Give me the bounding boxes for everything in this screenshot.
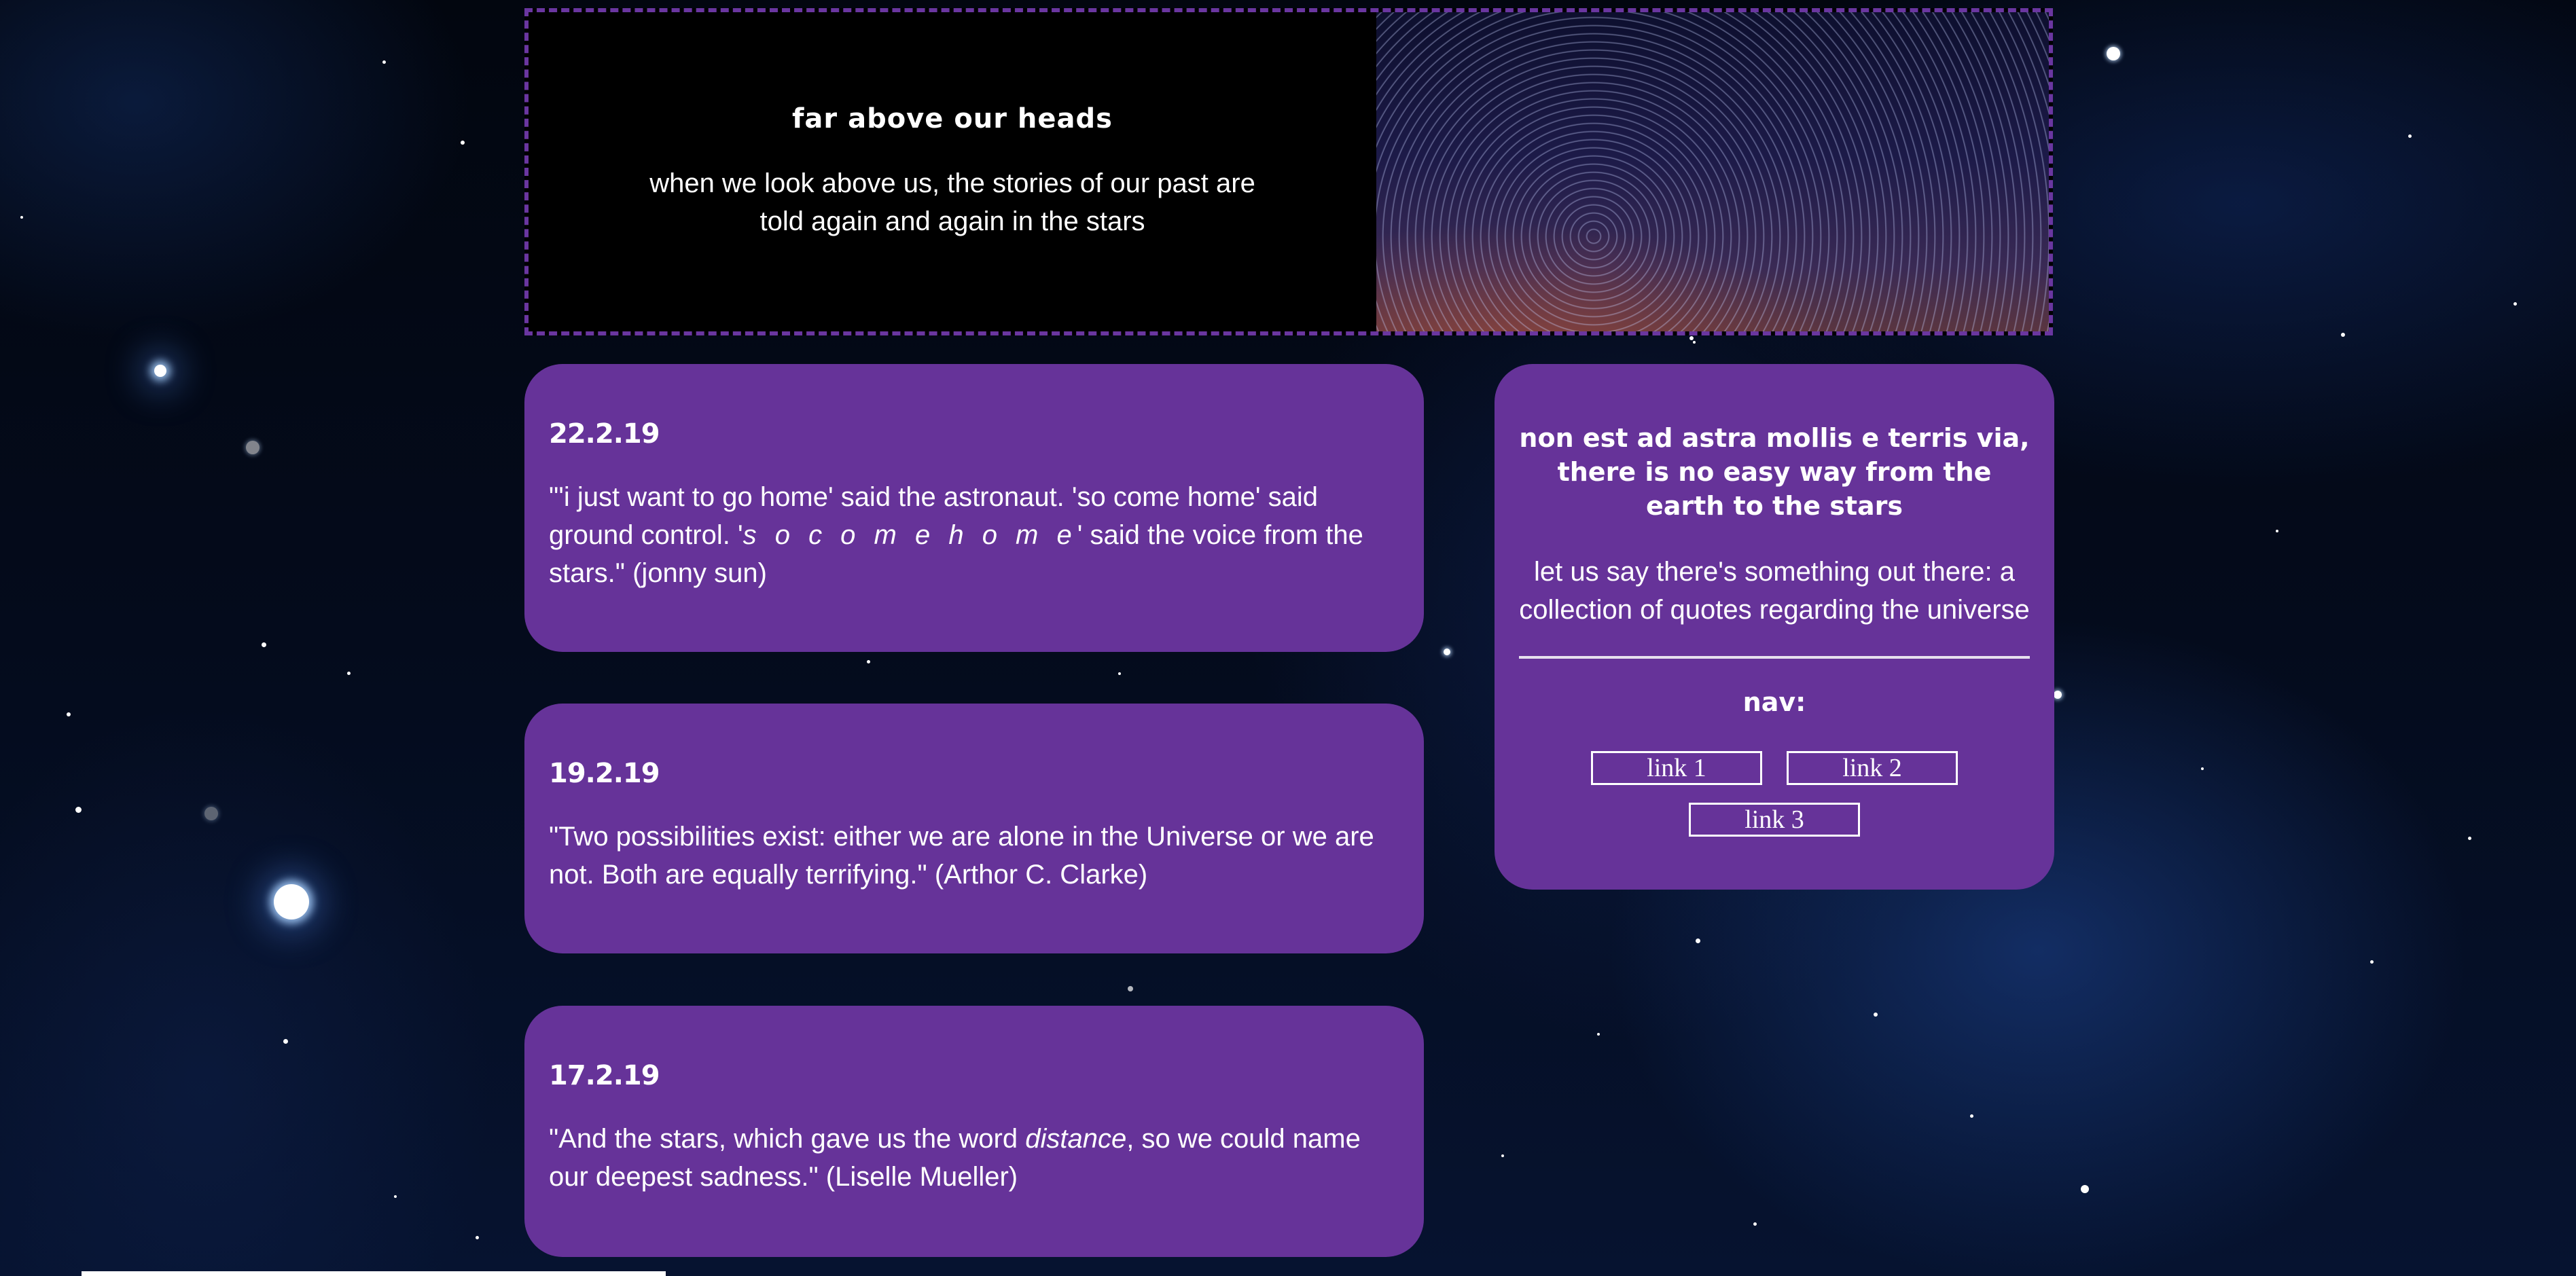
star bbox=[867, 660, 870, 663]
sidebar-divider bbox=[1519, 656, 2030, 659]
star bbox=[2341, 333, 2345, 337]
sidebar: non est ad astra mollis e terris via, th… bbox=[1495, 364, 2054, 890]
star bbox=[2370, 960, 2374, 964]
quote-emphasis: distance bbox=[1025, 1124, 1127, 1154]
star bbox=[2081, 1185, 2089, 1193]
star bbox=[154, 365, 166, 377]
star bbox=[1118, 672, 1121, 675]
star bbox=[476, 1236, 479, 1239]
nav-link-1[interactable]: link 1 bbox=[1591, 751, 1762, 785]
star bbox=[2276, 530, 2278, 532]
star bbox=[1693, 341, 1696, 344]
star bbox=[394, 1195, 397, 1198]
sidebar-motto: non est ad astra mollis e terris via, th… bbox=[1519, 423, 2030, 521]
header-banner: far above our heads when we look above u… bbox=[524, 8, 2053, 335]
post-quote: "'i just want to go home' said the astro… bbox=[549, 478, 1399, 592]
star bbox=[204, 807, 218, 820]
star bbox=[1970, 1114, 1973, 1118]
quote-emphasis: s o c o m e h o m e bbox=[743, 520, 1077, 550]
quote-text: "Two possibilities exist: either we are … bbox=[549, 822, 1374, 890]
star bbox=[2514, 302, 2517, 306]
nav-link-3[interactable]: link 3 bbox=[1689, 803, 1860, 837]
star-trail-image bbox=[1376, 12, 2049, 331]
post-quote: "Two possibilities exist: either we are … bbox=[549, 818, 1399, 894]
star bbox=[1597, 1033, 1600, 1036]
star bbox=[1874, 1013, 1878, 1017]
post-date: 19.2.19 bbox=[549, 758, 660, 789]
post-card: 19.2.19 "Two possibilities exist: either… bbox=[524, 704, 1424, 953]
quote-text: "And the stars, which gave us the word bbox=[549, 1124, 1026, 1154]
post-card: 22.2.19 "'i just want to go home' said t… bbox=[524, 364, 1424, 652]
star bbox=[75, 807, 82, 813]
star bbox=[461, 141, 465, 145]
star bbox=[347, 672, 351, 675]
nav-links: link 1 link 2 link 3 bbox=[1584, 751, 1965, 837]
nav-link-2[interactable]: link 2 bbox=[1787, 751, 1958, 785]
header-text-block: far above our heads when we look above u… bbox=[529, 12, 1376, 331]
sidebar-description: let us say there's something out there: … bbox=[1519, 557, 2030, 625]
star bbox=[1444, 649, 1450, 655]
star bbox=[283, 1039, 288, 1044]
star bbox=[2468, 837, 2471, 840]
star bbox=[246, 441, 260, 454]
star bbox=[2408, 134, 2412, 138]
post-date: 22.2.19 bbox=[549, 418, 660, 450]
nav-title: nav: bbox=[1742, 687, 1806, 717]
star bbox=[1753, 1222, 1757, 1226]
star bbox=[1696, 938, 1700, 943]
star bbox=[274, 884, 309, 919]
star bbox=[1689, 336, 1694, 340]
star bbox=[20, 216, 23, 219]
site-title: far above our heads bbox=[792, 103, 1113, 134]
post-date: 17.2.19 bbox=[549, 1060, 660, 1091]
horizontal-scrollbar[interactable] bbox=[82, 1271, 666, 1276]
star bbox=[382, 60, 386, 64]
star bbox=[67, 712, 71, 716]
post-quote: "And the stars, which gave us the word d… bbox=[549, 1120, 1399, 1196]
star bbox=[2054, 691, 2062, 699]
star bbox=[262, 642, 266, 647]
star bbox=[2107, 47, 2120, 60]
post-card: 17.2.19 "And the stars, which gave us th… bbox=[524, 1006, 1424, 1257]
star bbox=[1128, 986, 1133, 991]
star bbox=[1501, 1154, 1504, 1157]
star bbox=[2201, 767, 2204, 770]
site-subtitle: when we look above us, the stories of ou… bbox=[649, 168, 1255, 236]
